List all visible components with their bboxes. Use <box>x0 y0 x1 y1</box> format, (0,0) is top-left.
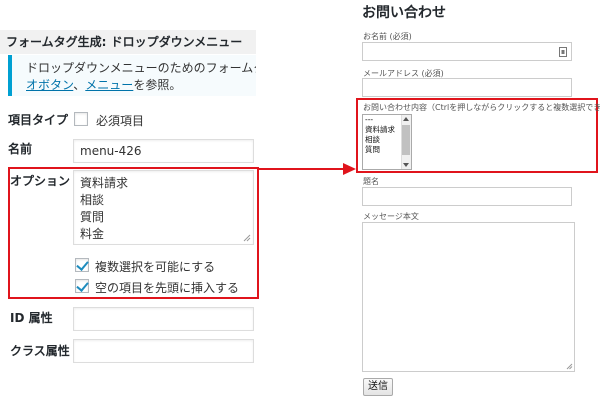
subject-input[interactable] <box>362 187 572 206</box>
info-tail: を参照。 <box>133 78 182 92</box>
resize-grip-icon[interactable] <box>566 363 573 370</box>
message-textarea[interactable] <box>362 222 575 372</box>
autofill-icon[interactable] <box>559 47 567 57</box>
radio-button-link[interactable]: オボタン <box>26 78 73 92</box>
highlight-box-options <box>8 167 259 299</box>
id-attr-input[interactable] <box>73 307 254 331</box>
class-attr-label: クラス属性 <box>10 344 70 358</box>
submit-button[interactable]: 送信 <box>363 378 393 396</box>
contact-form-title: お問い合わせ <box>362 5 446 21</box>
id-attr-label: ID 属性 <box>10 311 53 325</box>
menu-link[interactable]: メニュー <box>85 78 133 92</box>
panel-title: フォームタグ生成: ドロップダウンメニュー <box>0 30 256 54</box>
contact-email-input[interactable] <box>362 78 572 97</box>
required-label: 必須項目 <box>96 114 145 128</box>
subject-label: 題名 <box>363 177 379 186</box>
info-text: ドロップダウンメニューのためのフォームタ <box>26 61 256 75</box>
name-field-label: お名前 (必須) <box>363 32 412 41</box>
contact-name-input[interactable] <box>362 42 572 61</box>
scroll-up-icon[interactable] <box>402 116 410 122</box>
info-notice: ドロップダウンメニューのためのフォームタ オボタン、メニューを参照。 <box>8 55 256 96</box>
message-label: メッセージ本文 <box>363 212 419 221</box>
name-label: 名前 <box>8 142 33 156</box>
item-type-label: 項目タイプ <box>8 113 69 127</box>
class-attr-input[interactable] <box>73 339 254 363</box>
required-checkbox[interactable] <box>74 112 88 126</box>
scroll-down-icon[interactable] <box>402 162 410 168</box>
name-input[interactable]: menu-426 <box>73 139 254 163</box>
info-links-line: オボタン、メニューを参照。 <box>26 77 256 94</box>
info-separator: 、 <box>73 78 86 92</box>
scrollbar-thumb[interactable] <box>402 125 410 155</box>
inquiry-label: お問い合わせ内容（Ctrlを押しながらクリックすると複数選択できます） <box>363 103 600 112</box>
